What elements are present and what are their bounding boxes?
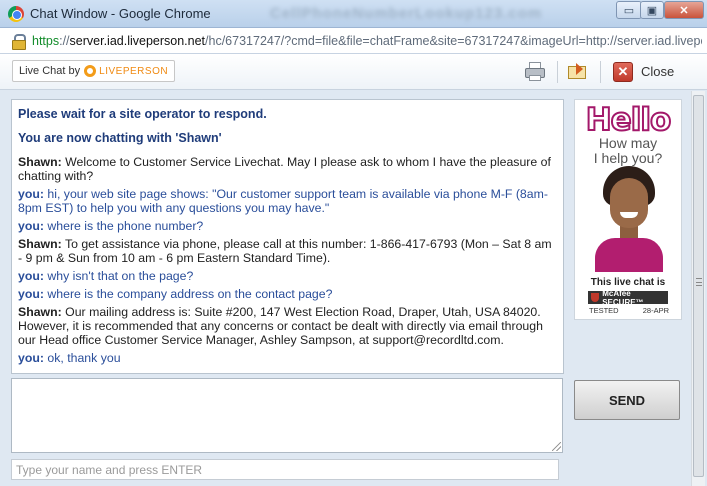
email-transcript-icon[interactable] (567, 60, 589, 82)
message-text: Our mailing address is: Suite #200, 147 … (18, 305, 543, 347)
chat-message: you: hi, your web site page shows: "Our … (18, 187, 557, 215)
message-speaker: you: (18, 269, 44, 283)
window-close-button[interactable]: ✕ (664, 1, 704, 19)
close-chat-icon[interactable]: ✕ (613, 62, 633, 82)
address-bar[interactable]: https://server.iad.liveperson.net/hc/673… (0, 28, 707, 54)
window-title-bar: Chat Window - Google Chrome CellPhoneNum… (0, 0, 707, 28)
printer-tray (529, 75, 541, 81)
chat-transcript[interactable]: Please wait for a site operator to respo… (11, 99, 564, 374)
chat-message: you: ok, thank you (18, 351, 557, 365)
scrollbar-grip-icon (696, 278, 702, 286)
chat-message: you: where is the phone number? (18, 219, 557, 233)
message-speaker: Shawn: (18, 155, 62, 169)
message-speaker: Shawn: (18, 237, 62, 251)
chat-message: you: where is the company address on the… (18, 287, 557, 301)
chat-message: Shawn: Our mailing address is: Suite #20… (18, 305, 557, 347)
url-text[interactable]: https://server.iad.liveperson.net/hc/673… (32, 34, 702, 48)
minimize-button[interactable]: ▭ (616, 1, 642, 19)
mcafee-secure-badge[interactable]: McAfee SECURE™ (588, 288, 668, 307)
chat-message: Shawn: To get assistance via phone, plea… (18, 237, 557, 265)
chat-message: you: why isn't that on the page? (18, 269, 557, 283)
mcafee-text: McAfee SECURE™ (602, 288, 644, 307)
toolbar-divider (600, 61, 601, 83)
chat-message: Shawn: Welcome to Customer Service Livec… (18, 155, 557, 183)
ad-hello-text: Hello (585, 101, 673, 139)
message-text: ok, thank you (47, 351, 121, 365)
url-separator: :// (59, 33, 70, 48)
message-textarea[interactable] (11, 378, 563, 453)
close-chat-label[interactable]: Close (641, 64, 674, 79)
arrow-shape (576, 63, 583, 75)
hello-ad-panel[interactable]: Hello How may I help you? This live chat… (574, 99, 682, 320)
message-text: why isn't that on the page? (47, 269, 194, 283)
window-scrollbar[interactable] (691, 91, 705, 486)
maximize-button[interactable]: ▣ (640, 1, 664, 19)
operator-photo (591, 164, 667, 272)
message-text: To get assistance via phone, please call… (18, 237, 552, 265)
resize-grip-icon[interactable] (552, 442, 561, 451)
tested-label: TESTED (589, 306, 619, 315)
liveperson-logo-icon (84, 65, 97, 77)
scrollbar-thumb[interactable] (693, 95, 704, 477)
message-text: where is the phone number? (47, 219, 204, 233)
chrome-icon (8, 6, 24, 22)
message-speaker: you: (18, 187, 44, 201)
photo-shirt (595, 238, 663, 272)
tested-date: 28-APR (642, 306, 669, 315)
ad-subtitle-line: How may (598, 135, 658, 151)
toolbar-divider (557, 61, 558, 83)
url-scheme: https (32, 33, 60, 48)
message-speaker: you: (18, 287, 44, 301)
blurred-title-overlay: CellPhoneNumberLookup123.com (270, 5, 543, 22)
message-text: Welcome to Customer Service Livechat. Ma… (18, 155, 551, 183)
badge-brand: LIVEPERSON (99, 65, 169, 77)
send-button[interactable]: SEND (574, 380, 680, 420)
name-input[interactable] (11, 459, 559, 480)
url-host: server.iad.liveperson.net (69, 33, 206, 48)
mcafee-tested-line: TESTED 28-APR (589, 306, 669, 315)
message-speaker: you: (18, 219, 44, 233)
liveperson-badge[interactable]: Live Chat by LIVEPERSON (12, 60, 176, 82)
system-message: You are now chatting with 'Shawn' (18, 131, 222, 145)
message-speaker: you: (18, 351, 44, 365)
message-speaker: Shawn: (18, 305, 62, 319)
ad-subtitle: How may I help you? (575, 136, 681, 166)
system-message: Please wait for a site operator to respo… (18, 107, 267, 121)
print-icon[interactable] (524, 60, 546, 82)
message-text: hi, your web site page shows: "Our custo… (18, 187, 548, 215)
chat-toolbar: Live Chat by LIVEPERSON ✕ Close (0, 54, 707, 90)
badge-prefix: Live Chat by (19, 65, 81, 77)
url-path: /hc/67317247/?cmd=file&file=chatFrame&si… (205, 33, 702, 48)
lock-icon (11, 33, 26, 50)
window-title: Chat Window - Google Chrome (30, 6, 211, 21)
live-chat-secure-label: This live chat is (590, 277, 666, 288)
mcafee-shield-icon (591, 293, 600, 302)
photo-face (610, 178, 648, 228)
message-text: where is the company address on the cont… (47, 287, 333, 301)
